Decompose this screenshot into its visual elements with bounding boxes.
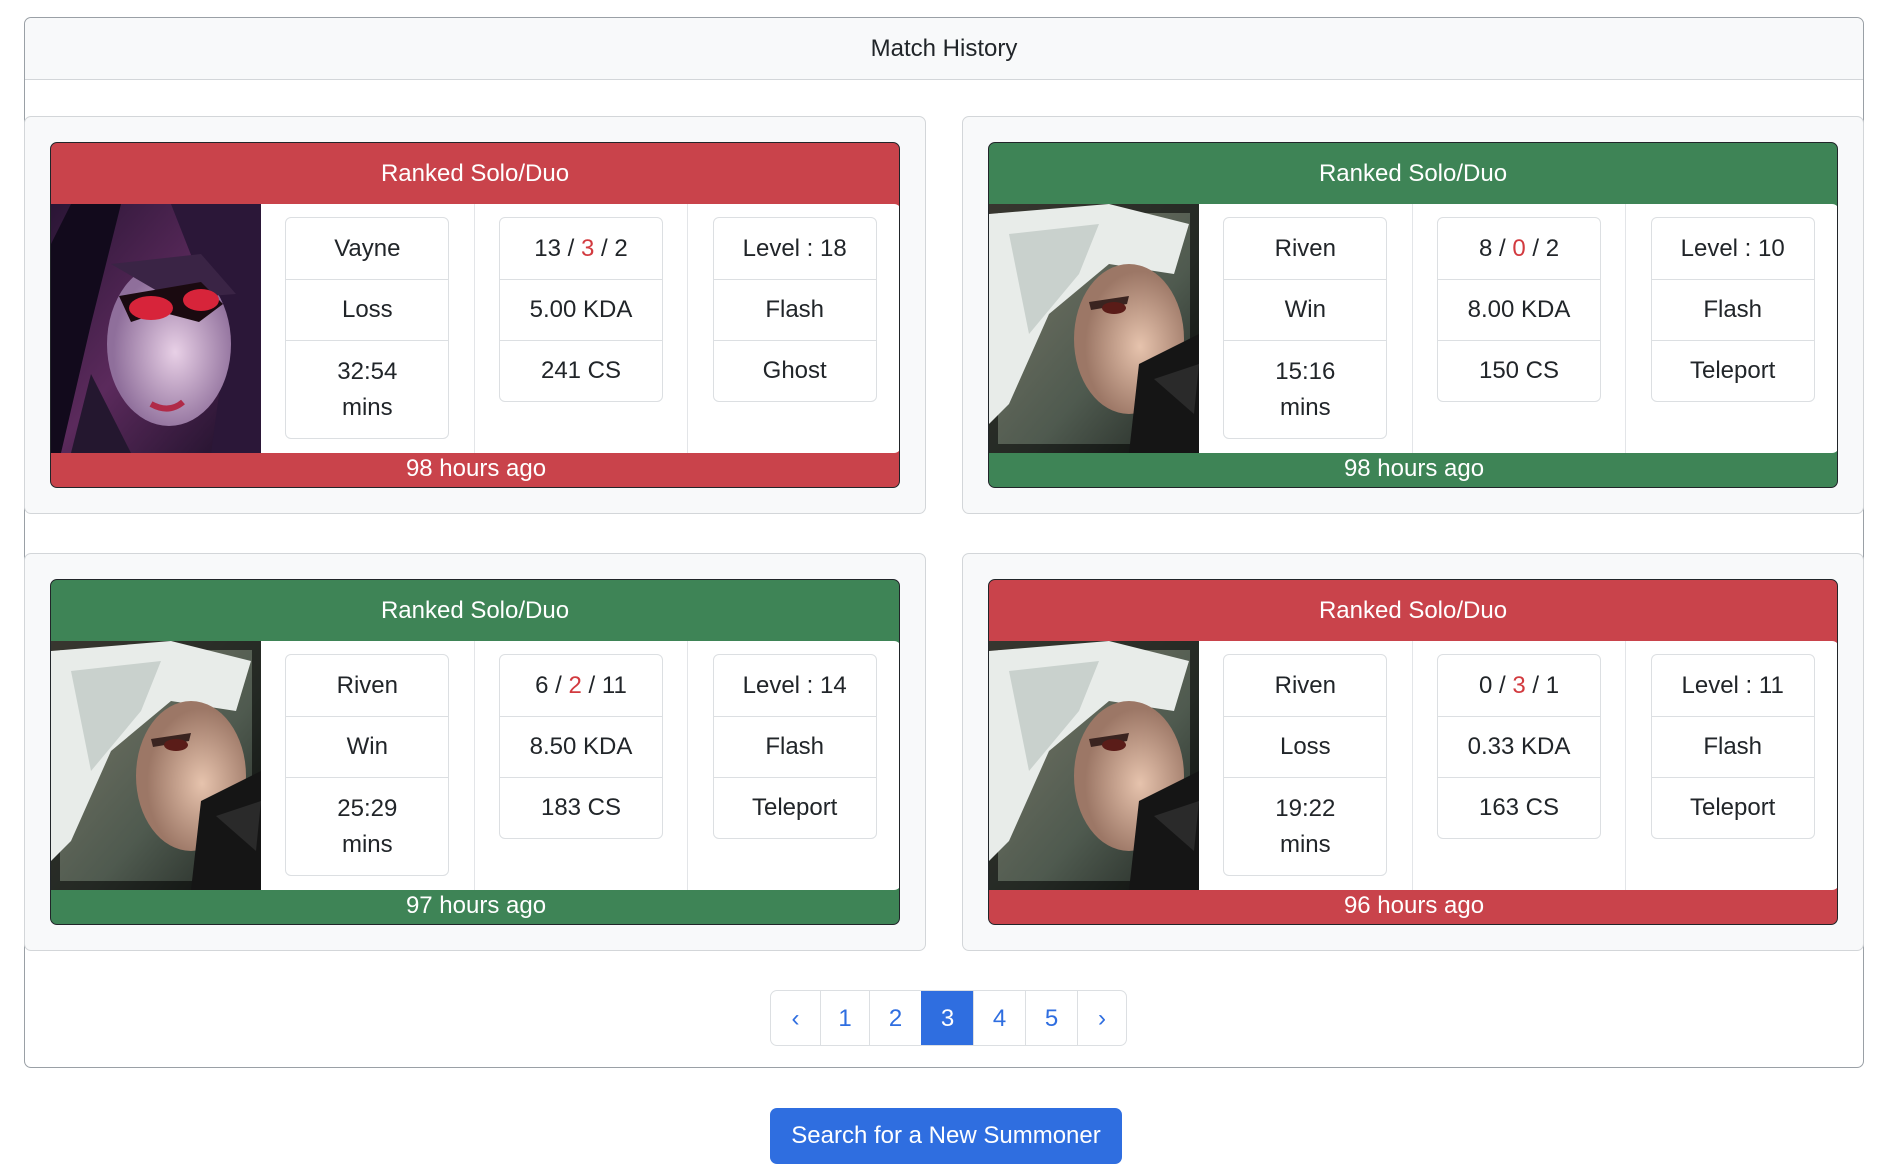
match-duration: 15:16 mins — [1224, 340, 1387, 438]
summoner-spell-1: Flash — [713, 279, 876, 340]
spells-column: Level : 14 Flash Teleport — [687, 641, 899, 890]
spells-column: Level : 18 Flash Ghost — [687, 204, 899, 453]
champion-level: Level : 14 — [742, 671, 847, 699]
kda-score: 8 / 0 / 2 — [1478, 234, 1560, 262]
kda-score: 0 / 3 / 1 — [1478, 671, 1560, 699]
queue-type: Ranked Solo/Duo — [380, 159, 570, 187]
creep-score: 163 CS — [1438, 777, 1600, 838]
match-result: Win — [1224, 279, 1387, 340]
match-summary: Ranked Solo/Duo Riven Win 25:29 mins 6 /… — [50, 579, 900, 925]
match-summary: Ranked Solo/Duo Riven Win 15:16 mins 8 /… — [988, 142, 1838, 488]
champion-level: Level : 18 — [742, 234, 847, 262]
summoner-spell-2: Teleport — [1651, 777, 1814, 838]
match-duration: 19:22 mins — [1224, 777, 1387, 875]
creep-score: 183 CS — [500, 777, 662, 838]
summoner-spell-1: Flash — [713, 716, 876, 777]
champion-level: Level : 11 — [1681, 671, 1784, 699]
pagination-next[interactable]: › — [1077, 991, 1126, 1045]
champion-column: Riven Loss 19:22 mins — [1199, 641, 1412, 890]
time-ago: 97 hours ago — [405, 892, 547, 919]
champion-column: Vayne Loss 32:54 mins — [261, 204, 474, 453]
kda-ratio: 5.00 KDA — [500, 279, 662, 340]
page-3-active[interactable]: 3 — [921, 991, 973, 1045]
kda-ratio: 8.50 KDA — [500, 716, 662, 777]
match-details: Vayne Loss 32:54 mins 13 / 3 / 2 5.00 KDA… — [51, 204, 899, 453]
queue-type: Ranked Solo/Duo — [1318, 159, 1508, 187]
riven-champion-portrait — [989, 641, 1199, 890]
match-card: Ranked Solo/Duo Vayne Loss 32:54 mins 13… — [24, 116, 926, 514]
match-summary: Ranked Solo/Duo Riven Loss 19:22 mins 0 … — [988, 579, 1838, 925]
page-1[interactable]: 1 — [820, 991, 869, 1045]
match-result: Loss — [286, 279, 449, 340]
spells-column: Level : 11 Flash Teleport — [1625, 641, 1837, 890]
stats-column: 6 / 2 / 11 8.50 KDA 183 CS — [473, 641, 688, 890]
panel-title: Match History — [25, 18, 1863, 80]
time-ago: 98 hours ago — [1343, 455, 1485, 482]
search-new-summoner-button[interactable]: Search for a New Summoner — [770, 1108, 1122, 1164]
kda-score: 13 / 3 / 2 — [534, 234, 628, 262]
time-ago: 96 hours ago — [1343, 892, 1485, 919]
summoner-spell-2: Teleport — [713, 777, 876, 838]
match-duration: 32:54 mins — [286, 340, 449, 438]
page-2[interactable]: 2 — [869, 991, 921, 1045]
spells-column: Level : 10 Flash Teleport — [1625, 204, 1837, 453]
match-card: Ranked Solo/Duo Riven Win 25:29 mins 6 /… — [24, 553, 926, 951]
page-4[interactable]: 4 — [973, 991, 1025, 1045]
pagination-prev[interactable]: ‹ — [771, 991, 820, 1045]
champion-level: Level : 10 — [1680, 234, 1785, 262]
stats-column: 0 / 3 / 1 0.33 KDA 163 CS — [1411, 641, 1626, 890]
match-card: Ranked Solo/Duo Riven Loss 19:22 mins 0 … — [962, 553, 1864, 951]
summoner-spell-1: Flash — [1651, 279, 1814, 340]
kda-ratio: 0.33 KDA — [1438, 716, 1600, 777]
vayne-champion-portrait — [51, 204, 261, 453]
match-result: Win — [286, 716, 449, 777]
riven-champion-portrait — [51, 641, 261, 890]
match-details: Riven Loss 19:22 mins 0 / 3 / 1 0.33 KDA … — [989, 641, 1837, 890]
queue-type: Ranked Solo/Duo — [1318, 596, 1508, 624]
kda-ratio: 8.00 KDA — [1438, 279, 1600, 340]
champion-name: Riven — [1274, 234, 1336, 262]
kda-score: 6 / 2 / 11 — [535, 671, 627, 699]
match-details: Riven Win 25:29 mins 6 / 2 / 11 8.50 KDA … — [51, 641, 899, 890]
match-result: Loss — [1224, 716, 1387, 777]
summoner-spell-1: Flash — [1651, 716, 1814, 777]
summoner-spell-2: Teleport — [1651, 340, 1814, 401]
champion-name: Vayne — [334, 234, 401, 262]
stats-column: 8 / 0 / 2 8.00 KDA 150 CS — [1411, 204, 1626, 453]
match-summary: Ranked Solo/Duo Vayne Loss 32:54 mins 13… — [50, 142, 900, 488]
page-5[interactable]: 5 — [1025, 991, 1077, 1045]
match-duration: 25:29 mins — [286, 777, 449, 875]
champion-column: Riven Win 15:16 mins — [1199, 204, 1412, 453]
creep-score: 150 CS — [1438, 340, 1600, 401]
creep-score: 241 CS — [500, 340, 662, 401]
summoner-spell-2: Ghost — [713, 340, 876, 401]
match-card: Ranked Solo/Duo Riven Win 15:16 mins 8 /… — [962, 116, 1864, 514]
queue-type: Ranked Solo/Duo — [380, 596, 570, 624]
champion-column: Riven Win 25:29 mins — [261, 641, 474, 890]
stats-column: 13 / 3 / 2 5.00 KDA 241 CS — [473, 204, 688, 453]
pagination: ‹ 1 2 3 4 5 › — [770, 990, 1127, 1046]
time-ago: 98 hours ago — [405, 455, 547, 482]
match-details: Riven Win 15:16 mins 8 / 0 / 2 8.00 KDA 1… — [989, 204, 1837, 453]
riven-champion-portrait — [989, 204, 1199, 453]
champion-name: Riven — [336, 671, 398, 699]
champion-name: Riven — [1274, 671, 1336, 699]
